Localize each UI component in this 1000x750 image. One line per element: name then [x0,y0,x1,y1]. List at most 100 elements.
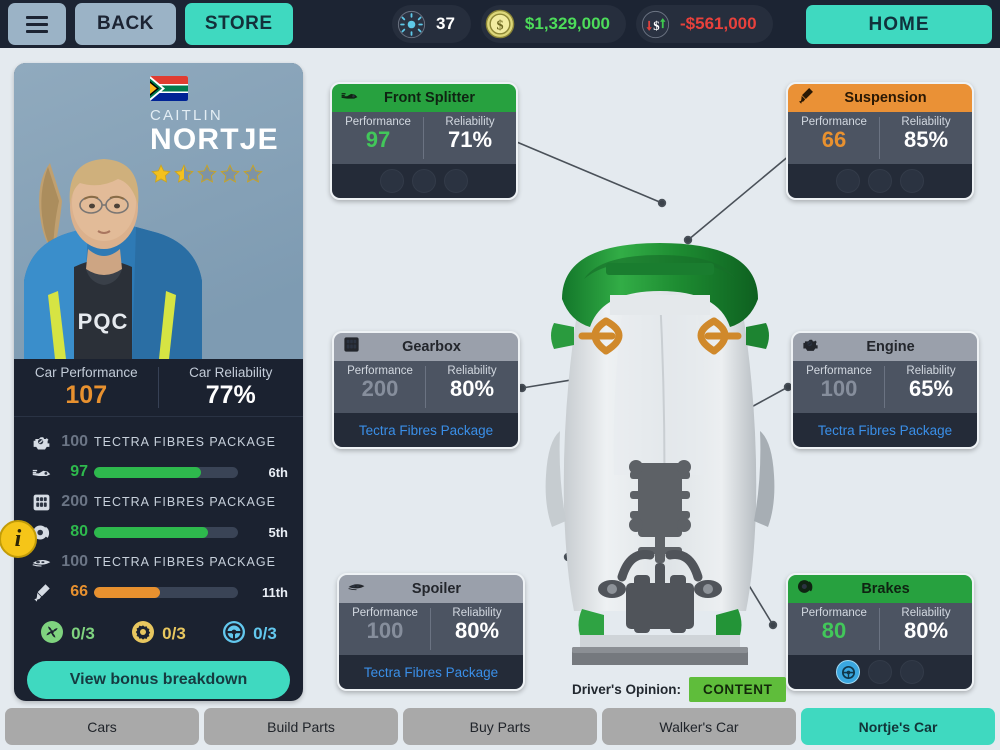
part-slot-empty[interactable] [412,169,436,193]
tab-walker-s-car[interactable]: Walker's Car [602,708,796,745]
part-card-gearbox[interactable]: Gearbox Performance 200 Reliability 80% … [332,331,520,449]
part-slot-empty[interactable] [900,660,924,684]
part-card-stats: Performance 66 Reliability 85% [788,112,972,164]
part-reliability-block: Reliability 80% [880,603,972,655]
part-card-header: Gearbox [334,333,518,361]
bonus-count: 0/3 [253,624,277,643]
part-stat-list: 100 TECTRA FIBRES PACKAGE 97 6th 200 TEC… [14,417,303,607]
stat-value: 100 [61,433,88,450]
part-performance-block: Performance 100 [793,361,885,413]
gearbox-icon [26,492,56,513]
part-package-link[interactable]: Tectra Fibres Package [339,655,523,689]
part-card-stats: Performance 97 Reliability 71% [332,112,516,164]
part-reliability-value: 71% [447,127,493,152]
part-card-stats: Performance 200 Reliability 80% [334,361,518,413]
part-slot-empty[interactable] [380,169,404,193]
car-summary: Car Performance 107 Car Reliability 77% [14,359,303,417]
part-slot-empty[interactable] [868,169,892,193]
splitter-icon [340,86,359,110]
driving-bonus-icon [222,620,246,649]
store-button[interactable]: STORE [184,3,293,45]
stat-value: 66 [70,583,88,600]
token-icon [396,9,427,40]
stat-bar [94,526,238,538]
driver-first-name: CAITLIN [150,107,223,124]
bottom-tab-bar: Cars Build Parts Buy Parts Walker's Car Nort… [0,704,1000,750]
bonus-counter[interactable]: 0/3 [113,620,204,649]
part-card-spoiler[interactable]: Spoiler Performance 100 Reliability 80% … [337,573,525,691]
stat-package-name: TECTRA FIBRES PACKAGE [94,555,276,569]
token-value: 37 [436,14,455,33]
part-slot-filled[interactable] [836,660,860,684]
info-badge[interactable]: i [0,520,37,558]
tab-nortje-s-car[interactable]: Nortje's Car [801,708,995,745]
coin-icon: $ [485,9,516,40]
car-reliability-value: 77% [205,381,256,409]
part-stat-row: 100 TECTRA FIBRES PACKAGE [14,547,303,577]
part-card-title: Suspension [844,90,927,106]
part-reliability-value: 65% [908,376,954,401]
spoiler-icon [26,552,56,573]
rating-star [242,163,264,190]
part-card-header: Engine [793,333,977,361]
part-reliability-block: Reliability 65% [885,361,977,413]
part-slot-empty[interactable] [836,169,860,193]
part-card-suspension[interactable]: Suspension Performance 66 Reliability 85… [786,82,974,200]
stat-value: 80 [70,523,88,540]
stat-bar [94,586,238,598]
part-reliability-block: Reliability 80% [431,603,523,655]
gearbox-icon [342,335,361,359]
rating-star [173,163,195,190]
part-performance-block: Performance 200 [334,361,426,413]
part-card-header: Brakes [788,575,972,603]
part-slot-empty[interactable] [444,169,468,193]
part-card-stats: Performance 100 Reliability 65% [793,361,977,413]
part-stat-row: 80 5th [14,517,303,547]
stat-rank: 11th [261,584,288,600]
back-button[interactable]: BACK [75,3,176,45]
svg-text:$: $ [653,18,659,32]
part-package-link[interactable]: Tectra Fibres Package [793,413,977,447]
part-slot-empty[interactable] [900,169,924,193]
car-performance-label: Car Performance [34,365,138,380]
bonus-count: 0/3 [162,624,186,643]
part-card-title: Gearbox [402,339,461,355]
svg-text:$: $ [497,18,504,34]
part-card-title: Front Splitter [383,90,476,106]
part-reliability-value: 85% [903,127,949,152]
cashflow-resource[interactable]: $ -$561,000 [636,5,773,43]
splitter-icon [26,462,56,483]
part-package-link[interactable]: Tectra Fibres Package [334,413,518,447]
tab-build-parts[interactable]: Build Parts [204,708,398,745]
stat-bar [94,466,238,478]
bonus-counter[interactable]: 0/3 [204,620,295,649]
hamburger-icon [26,22,48,26]
rating-star [219,163,241,190]
part-slot-empty[interactable] [868,660,892,684]
home-button[interactable]: HOME [806,5,992,44]
brakes-icon [796,577,815,601]
part-stat-row: 200 TECTRA FIBRES PACKAGE [14,487,303,517]
part-performance-value: 100 [820,376,858,401]
money-value: $1,329,000 [524,14,611,33]
part-card-header: Spoiler [339,575,523,603]
stat-rank: 5th [268,524,289,540]
suspension-icon [26,582,56,603]
part-card-title: Brakes [861,581,910,597]
token-resource[interactable]: 37 [392,5,471,43]
part-reliability-block: Reliability 85% [880,112,972,164]
tab-buy-parts[interactable]: Buy Parts [403,708,597,745]
bonus-counter[interactable]: 0/3 [22,620,113,649]
part-card-stats: Performance 80 Reliability 80% [788,603,972,655]
money-resource[interactable]: $ $1,329,000 [480,5,627,43]
rating-star [150,163,172,190]
part-reliability-value: 80% [454,618,500,643]
part-card-brakes[interactable]: Brakes Performance 80 Reliability 80% [786,573,974,691]
driver-rating [150,163,264,190]
view-bonus-breakdown-button[interactable]: View bonus breakdown [27,661,290,699]
tab-cars[interactable]: Cars [5,708,199,745]
part-card-engine[interactable]: Engine Performance 100 Reliability 65% T… [791,331,979,449]
menu-button[interactable] [8,3,66,45]
part-performance-value: 100 [366,618,404,643]
part-card-front-splitter[interactable]: Front Splitter Performance 97 Reliabilit… [330,82,518,200]
